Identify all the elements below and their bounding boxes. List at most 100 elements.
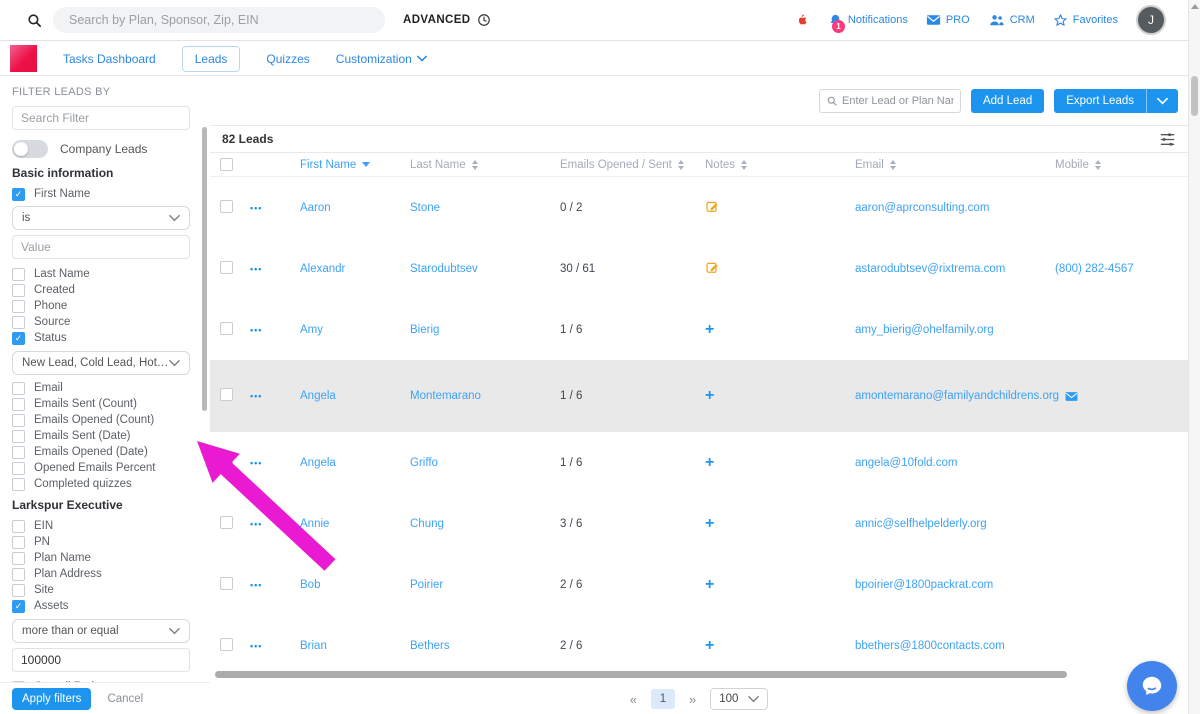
checkbox[interactable] [12, 316, 25, 329]
column-settings-icon[interactable] [1159, 132, 1176, 147]
lead-first-name[interactable]: Amy [300, 324, 410, 336]
lead-email-link[interactable]: astarodubtsev@rixtrema.com [855, 263, 1005, 275]
checkbox-checked[interactable]: ✓ [12, 188, 25, 201]
apply-filters-button[interactable]: Apply filters [12, 688, 91, 710]
lead-email-link[interactable]: angela@10fold.com [855, 457, 957, 469]
row-menu-button[interactable]: ••• [250, 264, 262, 274]
filter-checkbox-row[interactable]: ✓Status [12, 330, 192, 346]
checkbox[interactable] [12, 398, 25, 411]
tab-tasks-dashboard[interactable]: Tasks Dashboard [63, 52, 156, 66]
checkbox[interactable] [12, 584, 25, 597]
row-checkbox[interactable] [220, 577, 233, 590]
row-menu-button[interactable]: ••• [250, 203, 262, 213]
checkbox[interactable] [12, 268, 25, 281]
add-note-icon[interactable]: + [705, 515, 714, 532]
lead-last-name[interactable]: Poirier [410, 579, 560, 591]
lead-first-name[interactable]: Bob [300, 579, 410, 591]
app-logo[interactable] [10, 45, 37, 72]
cancel-button[interactable]: Cancel [107, 693, 143, 705]
lead-email-link[interactable]: amy_bierig@ohelfamily.org [855, 324, 994, 336]
checkbox[interactable] [12, 478, 25, 491]
filter-checkbox-row[interactable]: Site [12, 582, 192, 598]
checkbox[interactable] [12, 552, 25, 565]
lead-email-link[interactable]: annic@selfhelpelderly.org [855, 518, 987, 530]
filter-checkbox-row[interactable]: Email [12, 380, 192, 396]
current-page-button[interactable]: 1 [651, 689, 675, 709]
pro-button[interactable]: PRO [926, 14, 970, 26]
lead-last-name[interactable]: Montemarano [410, 390, 560, 402]
lead-first-name[interactable]: Aaron [300, 202, 410, 214]
filter-checkbox-row-first-name[interactable]: ✓ First Name [12, 186, 192, 202]
row-checkbox[interactable] [220, 516, 233, 529]
edit-note-icon[interactable] [705, 260, 720, 275]
filter-checkbox-row[interactable]: Opened Emails Percent [12, 460, 192, 476]
notifications-button[interactable]: 1 Notifications [828, 13, 908, 28]
lead-first-name[interactable]: Alexandr [300, 263, 410, 275]
company-leads-toggle[interactable] [12, 140, 48, 158]
checkbox[interactable] [12, 382, 25, 395]
checkbox[interactable] [12, 462, 25, 475]
filter-checkbox-row[interactable]: Phone [12, 298, 192, 314]
status-select[interactable]: New Lead, Cold Lead, Hot Lead, ... [12, 351, 190, 375]
add-note-icon[interactable]: + [705, 576, 714, 593]
lead-email-link[interactable]: amontemarano@familyandchildrens.org [855, 390, 1059, 402]
lead-email-link[interactable]: bbethers@1800contacts.com [855, 640, 1005, 652]
filter-search-input[interactable] [12, 106, 190, 130]
row-menu-button[interactable]: ••• [250, 641, 262, 651]
filter-checkbox-row[interactable]: Created [12, 282, 192, 298]
checkbox[interactable] [12, 300, 25, 313]
checkbox[interactable] [12, 446, 25, 459]
filter-checkbox-row[interactable]: EIN [12, 518, 192, 534]
chat-button[interactable] [1127, 661, 1177, 711]
lead-last-name[interactable]: Bierig [410, 324, 560, 336]
checkbox-checked[interactable]: ✓ [12, 600, 25, 613]
lead-first-name[interactable]: Annie [300, 518, 410, 530]
row-menu-button[interactable]: ••• [250, 519, 262, 529]
first-name-value-input[interactable] [12, 235, 190, 259]
row-checkbox[interactable] [220, 638, 233, 651]
column-header-last-name[interactable]: Last Name [410, 159, 560, 171]
row-menu-button[interactable]: ••• [250, 325, 262, 335]
filter-checkbox-row[interactable]: ✓Assets [12, 598, 192, 614]
row-menu-button[interactable]: ••• [250, 580, 262, 590]
row-checkbox[interactable] [220, 455, 233, 468]
tab-leads[interactable]: Leads [182, 46, 241, 72]
tab-quizzes[interactable]: Quizzes [266, 52, 309, 66]
row-menu-button[interactable]: ••• [250, 391, 262, 401]
horizontal-scrollbar-thumb[interactable] [215, 671, 1067, 678]
row-checkbox[interactable] [220, 388, 233, 401]
sidebar-scrollbar-thumb[interactable] [202, 127, 207, 411]
row-checkbox[interactable] [220, 200, 233, 213]
checkbox[interactable] [12, 284, 25, 297]
column-header-first-name[interactable]: First Name [300, 159, 410, 171]
filter-checkbox-row[interactable]: Emails Sent (Count) [12, 396, 192, 412]
add-note-icon[interactable]: + [705, 454, 714, 471]
add-note-icon[interactable]: + [705, 321, 714, 338]
lead-last-name[interactable]: Stone [410, 202, 560, 214]
lead-email-link[interactable]: aaron@aprconsulting.com [855, 202, 989, 214]
add-note-icon[interactable]: + [705, 637, 714, 654]
page-size-select[interactable]: 100 [710, 688, 768, 710]
lead-first-name[interactable]: Angela [300, 390, 410, 402]
edit-note-icon[interactable] [705, 199, 720, 214]
apple-icon[interactable] [796, 12, 810, 28]
checkbox-checked[interactable]: ✓ [12, 332, 25, 345]
filter-checkbox-row[interactable]: PN [12, 534, 192, 550]
column-header-email[interactable]: Email [855, 159, 1055, 171]
checkbox[interactable] [12, 430, 25, 443]
filter-checkbox-row[interactable]: Last Name [12, 266, 192, 282]
lead-last-name[interactable]: Bethers [410, 640, 560, 652]
prev-page-button[interactable]: « [630, 692, 637, 707]
filter-checkbox-row[interactable]: Emails Opened (Count) [12, 412, 192, 428]
select-all-checkbox[interactable] [220, 158, 233, 171]
export-leads-button[interactable]: Export Leads [1054, 89, 1178, 113]
email-envelope-icon[interactable] [1065, 391, 1078, 402]
advanced-search[interactable]: ADVANCED [403, 13, 491, 27]
row-checkbox[interactable] [220, 261, 233, 274]
avatar[interactable]: J [1136, 5, 1166, 35]
favorites-button[interactable]: Favorites [1053, 13, 1118, 28]
filter-checkbox-row[interactable]: Emails Opened (Date) [12, 444, 192, 460]
add-lead-button[interactable]: Add Lead [971, 89, 1044, 113]
filter-checkbox-row[interactable]: Source [12, 314, 192, 330]
checkbox[interactable] [12, 414, 25, 427]
